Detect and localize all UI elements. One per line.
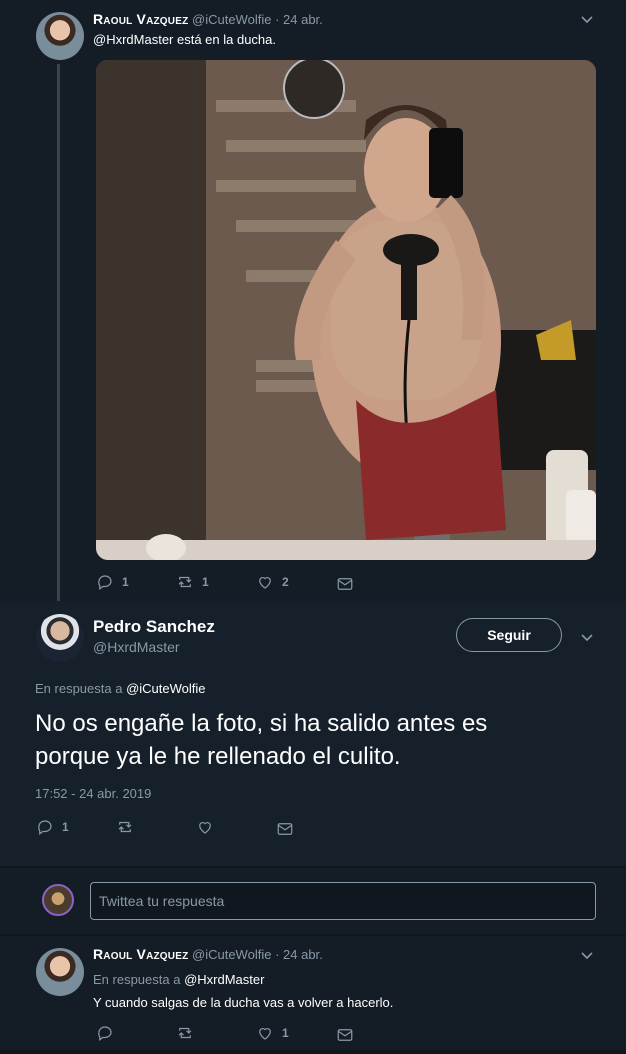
handle[interactable]: @HxrdMaster	[93, 639, 180, 655]
heart-icon	[259, 1028, 271, 1040]
tweet-date[interactable]: · 24 abr.	[275, 12, 323, 27]
heart-icon	[259, 577, 271, 589]
reply-input[interactable]: Twittea tu respuesta	[90, 882, 596, 920]
reply-icon	[98, 575, 112, 590]
thread-connector	[57, 64, 60, 604]
reply-to-link[interactable]: @iCuteWolfie	[126, 681, 205, 696]
chevron-down-icon[interactable]	[577, 627, 597, 647]
avatar[interactable]	[36, 614, 84, 662]
avatar[interactable]	[36, 12, 84, 60]
retweet-button[interactable]: 1	[176, 573, 209, 591]
reply-context: En respuesta a @HxrdMaster	[93, 972, 264, 987]
like-button[interactable]: 1	[256, 1024, 289, 1042]
my-avatar[interactable]	[42, 884, 74, 916]
reply-icon	[38, 820, 52, 835]
retweet-icon	[178, 576, 192, 588]
tweet-date[interactable]: · 24 abr.	[275, 947, 323, 962]
reply-prefix: En respuesta a	[35, 681, 127, 696]
like-count: 1	[282, 1026, 289, 1040]
avatar[interactable]	[36, 948, 84, 996]
retweet-count: 1	[202, 575, 209, 589]
reply-to-link[interactable]: @HxrdMaster	[184, 972, 264, 987]
follow-button[interactable]: Seguir	[456, 618, 562, 652]
reply-button[interactable]	[96, 1024, 114, 1042]
display-name[interactable]: Raoul Vazquez	[93, 946, 188, 962]
reply-context: En respuesta a @iCuteWolfie	[35, 681, 206, 696]
display-name[interactable]: Raoul Vazquez	[93, 11, 188, 27]
tweet-raoul-2[interactable]: Raoul Vazquez @iCuteWolfie · 24 abr. En …	[0, 936, 626, 1054]
tweet-header: Raoul Vazquez @iCuteWolfie · 24 abr.	[93, 11, 323, 27]
mention-link[interactable]: @HxrdMaster	[93, 32, 173, 47]
display-name[interactable]: Pedro Sanchez	[93, 617, 215, 637]
tweet-text: No os engañe la foto, si ha salido antes…	[35, 707, 487, 773]
dm-button[interactable]	[336, 575, 354, 593]
tweet-header: Raoul Vazquez @iCuteWolfie · 24 abr.	[93, 946, 323, 962]
tweet-text: @HxrdMaster está en la ducha.	[93, 32, 276, 47]
divider	[0, 1050, 626, 1054]
envelope-icon	[337, 1029, 353, 1041]
reply-button[interactable]: 1	[96, 573, 129, 591]
retweet-button[interactable]	[116, 818, 134, 836]
reply-button[interactable]: 1	[36, 818, 69, 836]
envelope-icon	[277, 823, 293, 835]
tweet-text-line: porque ya le he rellenado el culito.	[35, 743, 401, 770]
envelope-icon	[337, 578, 353, 590]
tweet-body: está en la ducha.	[173, 32, 277, 47]
retweet-icon	[178, 1027, 192, 1039]
reply-count: 1	[122, 575, 129, 589]
reply-prefix: En respuesta a	[93, 972, 185, 987]
photo-illustration	[96, 60, 596, 560]
chevron-down-icon[interactable]	[577, 9, 597, 29]
timestamp[interactable]: 17:52 - 24 abr. 2019	[35, 786, 151, 801]
like-button[interactable]: 2	[256, 573, 289, 591]
tweet-photo[interactable]	[96, 60, 596, 560]
handle[interactable]: @iCuteWolfie	[192, 12, 271, 27]
tweet-raoul-1[interactable]: Raoul Vazquez @iCuteWolfie · 24 abr. @Hx…	[0, 0, 626, 604]
like-button[interactable]	[196, 818, 214, 836]
like-count: 2	[282, 575, 289, 589]
reply-count: 1	[62, 820, 69, 834]
tweet-text: Y cuando salgas de la ducha vas a volver…	[93, 995, 394, 1010]
retweet-button[interactable]	[176, 1024, 194, 1042]
dm-button[interactable]	[336, 1026, 354, 1044]
tweet-text-line: No os engañe la foto, si ha salido antes…	[35, 710, 488, 737]
chevron-down-icon[interactable]	[577, 945, 597, 965]
reply-icon	[98, 1026, 112, 1041]
handle[interactable]: @iCuteWolfie	[192, 947, 271, 962]
dm-button[interactable]	[276, 820, 294, 838]
retweet-icon	[118, 821, 132, 833]
heart-icon	[199, 822, 211, 834]
